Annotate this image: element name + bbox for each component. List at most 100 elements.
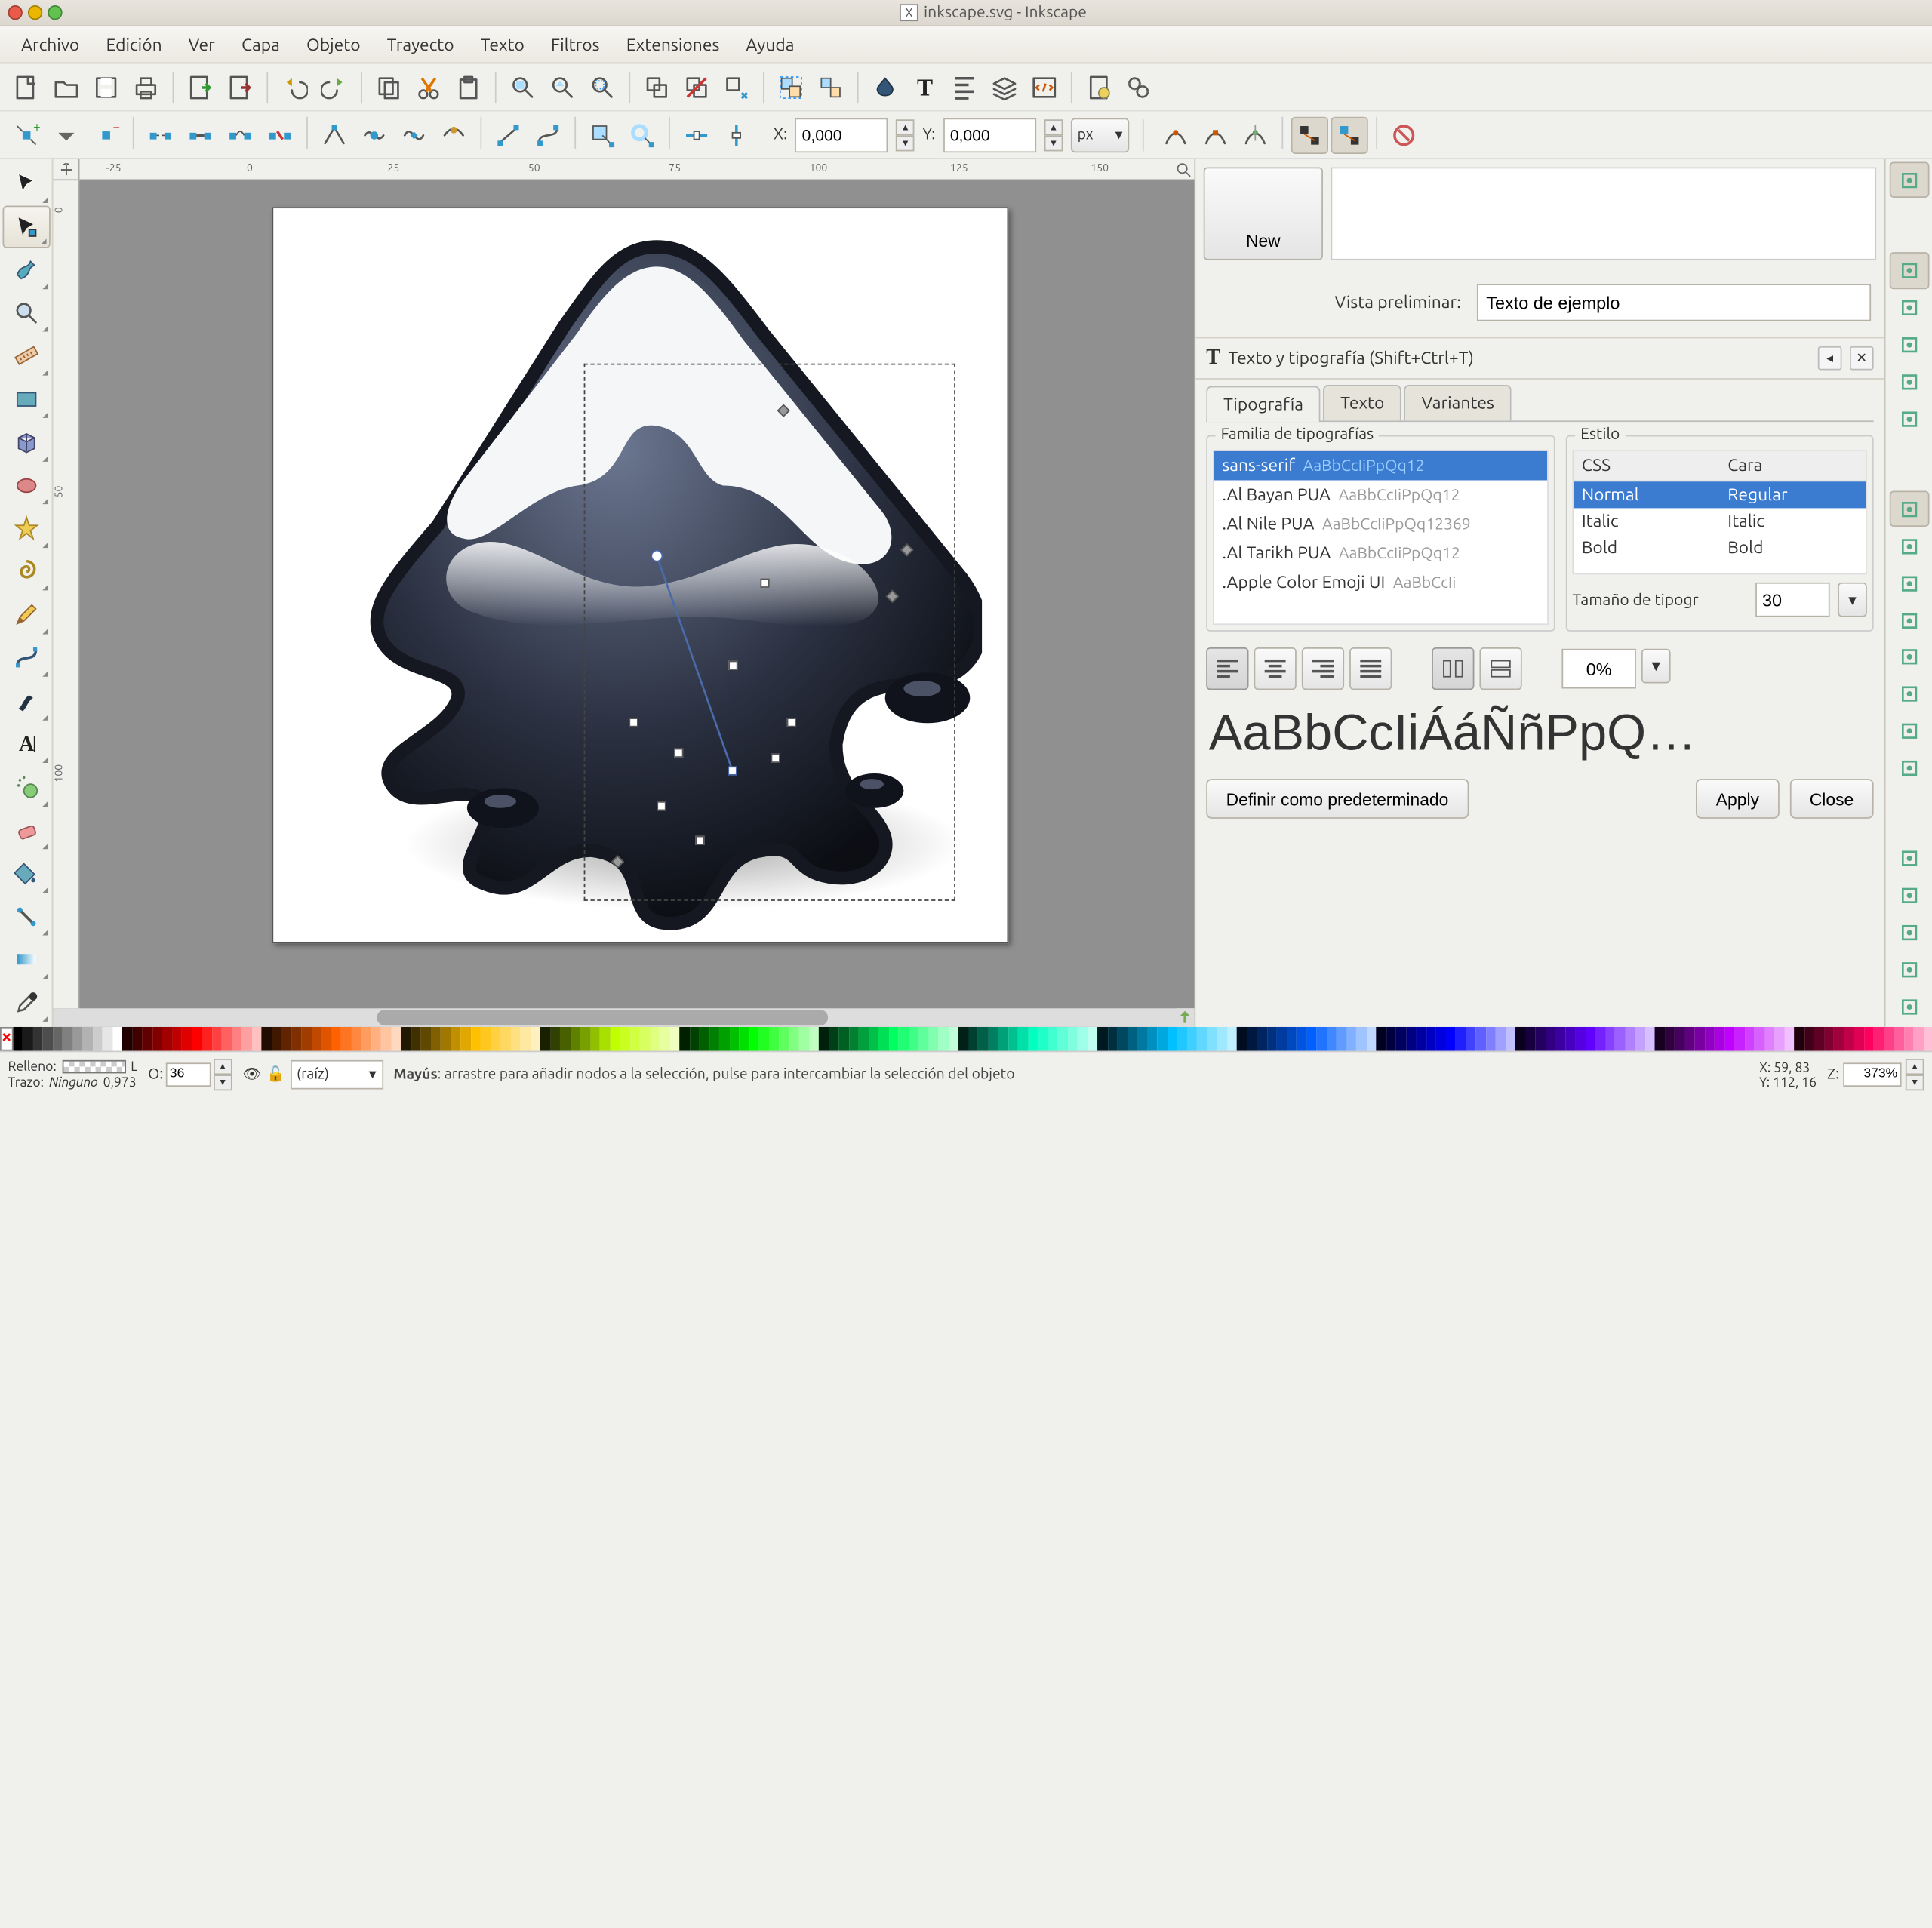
fill-stroke-indicator[interactable]: Relleno:L Trazo:Ninguno0,973: [8, 1059, 138, 1089]
swatch[interactable]: [1795, 1027, 1804, 1051]
next-b-button[interactable]: [1331, 116, 1367, 153]
menu-trayecto[interactable]: Trayecto: [374, 30, 467, 60]
swatch[interactable]: [352, 1027, 361, 1051]
tool-connector[interactable]: [2, 895, 50, 938]
scrollbar-thumb[interactable]: [377, 1010, 828, 1025]
redo-button[interactable]: [315, 69, 352, 106]
font-size-dropdown[interactable]: ▾: [1838, 583, 1867, 617]
xml-button[interactable]: [1026, 69, 1063, 106]
swatch[interactable]: [709, 1027, 719, 1051]
align-justify-button[interactable]: [1349, 647, 1392, 690]
swatch[interactable]: [590, 1027, 600, 1051]
swatch[interactable]: [1237, 1027, 1247, 1051]
curve-button[interactable]: [530, 116, 567, 153]
swatch[interactable]: [1068, 1027, 1078, 1051]
snap-other-button[interactable]: [1889, 841, 1929, 876]
snap-object-center-button[interactable]: [1889, 713, 1929, 749]
tab-variantes[interactable]: Variantes: [1404, 385, 1512, 420]
tool-3dbox[interactable]: [2, 421, 50, 464]
swatch[interactable]: [232, 1027, 242, 1051]
menu-texto[interactable]: Texto: [467, 30, 537, 60]
tool-bezier[interactable]: [2, 636, 50, 679]
swatch[interactable]: [1496, 1027, 1506, 1051]
swatch[interactable]: [1417, 1027, 1426, 1051]
swatch[interactable]: [1904, 1027, 1914, 1051]
swatch[interactable]: [1835, 1027, 1844, 1051]
cut-button[interactable]: [410, 69, 447, 106]
swatch[interactable]: [1297, 1027, 1307, 1051]
print-button[interactable]: [128, 69, 165, 106]
swatch[interactable]: [561, 1027, 571, 1051]
x-spin-down[interactable]: ▼: [896, 134, 915, 150]
node-menu-button[interactable]: [48, 116, 85, 153]
swatch[interactable]: [1148, 1027, 1158, 1051]
swatch[interactable]: [1745, 1027, 1755, 1051]
swatch[interactable]: [342, 1027, 352, 1051]
swatch[interactable]: [103, 1027, 112, 1051]
swatch[interactable]: [859, 1027, 869, 1051]
ax-button[interactable]: [678, 116, 715, 153]
swatch-none[interactable]: ×: [0, 1027, 13, 1051]
swatch[interactable]: [192, 1027, 202, 1051]
swatch[interactable]: [1038, 1027, 1048, 1051]
swatch[interactable]: [1287, 1027, 1297, 1051]
tool-spiral[interactable]: [2, 550, 50, 593]
opacity-spin-up[interactable]: ▲: [214, 1058, 232, 1074]
apply-button[interactable]: Apply: [1696, 779, 1779, 819]
swatch[interactable]: [1814, 1027, 1824, 1051]
swatch[interactable]: [281, 1027, 291, 1051]
panel-close-button[interactable]: ✕: [1850, 346, 1874, 371]
swatch[interactable]: [521, 1027, 531, 1051]
swatch[interactable]: [1735, 1027, 1745, 1051]
snap-cusp-button[interactable]: [1889, 602, 1929, 638]
swatch[interactable]: [1187, 1027, 1197, 1051]
add-node-button[interactable]: +: [8, 116, 45, 153]
zoom-spin-up[interactable]: ▲: [1906, 1058, 1924, 1074]
swatch[interactable]: [401, 1027, 411, 1051]
tool-fill[interactable]: [2, 852, 50, 895]
remove-node-button[interactable]: −: [88, 116, 125, 153]
swatch[interactable]: [799, 1027, 809, 1051]
swatch[interactable]: [461, 1027, 471, 1051]
snap-edge-mid-button[interactable]: [1889, 364, 1929, 399]
tool-rect[interactable]: [2, 377, 50, 420]
swatch[interactable]: [1755, 1027, 1764, 1051]
swatch[interactable]: [809, 1027, 819, 1051]
swatch[interactable]: [481, 1027, 491, 1051]
opacity-spin-down[interactable]: ▼: [214, 1074, 232, 1090]
letter-spacing-input[interactable]: [1561, 649, 1635, 689]
swatch[interactable]: [13, 1027, 23, 1051]
swatch[interactable]: [1804, 1027, 1814, 1051]
swatch[interactable]: [879, 1027, 889, 1051]
swatch[interactable]: [1764, 1027, 1774, 1051]
swatch[interactable]: [33, 1027, 43, 1051]
swatch[interactable]: [979, 1027, 989, 1051]
swatch[interactable]: [242, 1027, 252, 1051]
node-handle[interactable]: [695, 836, 704, 845]
menu-extensiones[interactable]: Extensiones: [613, 30, 733, 60]
swatch[interactable]: [381, 1027, 391, 1051]
align-center-button[interactable]: [1254, 647, 1297, 690]
swatch[interactable]: [1377, 1027, 1386, 1051]
swatch[interactable]: [501, 1027, 511, 1051]
align-right-button[interactable]: [1302, 647, 1344, 690]
swatch[interactable]: [53, 1027, 63, 1051]
ay-button[interactable]: [718, 116, 755, 153]
zoom-spin-down[interactable]: ▼: [1906, 1074, 1924, 1090]
swatch[interactable]: [1257, 1027, 1267, 1051]
tool-eraser[interactable]: [2, 809, 50, 852]
swatch[interactable]: [392, 1027, 401, 1051]
swatch[interactable]: [820, 1027, 829, 1051]
swatch[interactable]: [1516, 1027, 1526, 1051]
swatch[interactable]: [1177, 1027, 1187, 1051]
swatch[interactable]: [152, 1027, 162, 1051]
unit-select[interactable]: px▾: [1071, 118, 1129, 152]
swatch[interactable]: [670, 1027, 680, 1051]
swatch[interactable]: [759, 1027, 769, 1051]
swatch[interactable]: [1158, 1027, 1168, 1051]
font-item[interactable]: .Al Nile PUAAaBbCcIiPpQq12369: [1214, 509, 1547, 539]
tab-texto[interactable]: Texto: [1323, 385, 1401, 420]
swatch[interactable]: [1725, 1027, 1735, 1051]
swatch[interactable]: [1914, 1027, 1924, 1051]
swatch[interactable]: [451, 1027, 461, 1051]
